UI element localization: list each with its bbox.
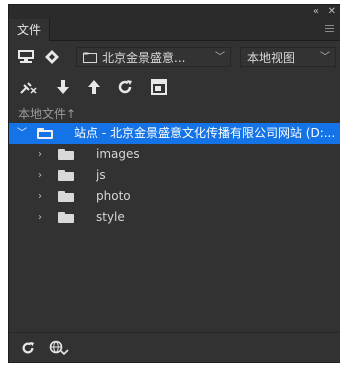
collapse-icon[interactable]: «	[313, 5, 319, 19]
globe-icon[interactable]	[49, 340, 69, 356]
action-toolbar	[9, 75, 340, 99]
close-icon[interactable]: ✕	[328, 5, 336, 19]
refresh-icon[interactable]	[117, 79, 133, 95]
site-toolbar: 北京金景盛意... ﹀ 本地视图 ﹀	[9, 45, 340, 71]
sort-ascending-icon: ↑	[66, 107, 77, 121]
folder-icon	[83, 52, 97, 63]
tree-item-style[interactable]: › style	[9, 207, 340, 228]
chevron-down-icon[interactable]: ﹀	[17, 123, 27, 144]
tree-item-label: style	[96, 210, 125, 224]
refresh-icon[interactable]	[21, 341, 35, 355]
tab-files[interactable]: 文件	[9, 19, 51, 41]
tree-item-photo[interactable]: › photo	[9, 186, 340, 207]
file-tree: ﹀ 站点 - 北京金景盛意文化传播有限公司网站 (D:... › images …	[9, 123, 340, 228]
panel-title-strip: « ✕	[9, 5, 340, 19]
chevron-down-icon: ﹀	[215, 52, 225, 63]
tree-item-images[interactable]: › images	[9, 144, 340, 165]
folder-icon	[58, 170, 74, 181]
tree-item-label: images	[96, 147, 140, 161]
files-panel: « ✕ 文件 北京金景盛意... ﹀ 本地视图 ﹀ 本地文件↑ ﹀ 站点 - 北…	[8, 4, 340, 363]
site-select[interactable]: 北京金景盛意... ﹀	[76, 47, 231, 67]
folder-icon	[58, 191, 74, 202]
connect-icon[interactable]	[18, 49, 34, 65]
chevron-right-icon[interactable]: ›	[38, 186, 42, 207]
view-select[interactable]: 本地视图 ﹀	[240, 47, 336, 67]
chevron-right-icon[interactable]: ›	[38, 165, 42, 186]
sync-icon[interactable]	[44, 49, 60, 65]
tree-item-label: photo	[96, 189, 131, 203]
tab-bar: 文件	[9, 19, 340, 41]
up-arrow-icon[interactable]	[87, 79, 101, 95]
folder-icon	[58, 212, 74, 223]
tree-item-js[interactable]: › js	[9, 165, 340, 186]
down-arrow-icon[interactable]	[56, 79, 70, 95]
bottom-toolbar	[9, 332, 340, 362]
site-select-value: 北京金景盛意...	[102, 51, 186, 65]
folder-open-icon	[37, 128, 53, 139]
disconnect-icon[interactable]	[19, 79, 37, 95]
chevron-down-icon: ﹀	[320, 52, 330, 63]
folder-icon	[58, 149, 74, 160]
panel-menu-icon[interactable]	[325, 25, 334, 33]
tree-root-label: 站点 - 北京金景盛意文化传播有限公司网站 (D:...	[74, 126, 336, 140]
expand-icon[interactable]	[151, 79, 167, 95]
tree-root-row[interactable]: ﹀ 站点 - 北京金景盛意文化传播有限公司网站 (D:...	[9, 123, 340, 144]
chevron-right-icon[interactable]: ›	[38, 144, 42, 165]
chevron-right-icon[interactable]: ›	[38, 207, 42, 228]
local-files-header[interactable]: 本地文件↑	[18, 105, 76, 122]
view-select-value: 本地视图	[247, 51, 296, 65]
tree-item-label: js	[96, 168, 106, 182]
frame: « ✕ 文件 北京金景盛意... ﹀ 本地视图 ﹀ 本地文件↑ ﹀ 站点 - 北…	[0, 0, 340, 367]
local-files-title: 本地文件	[18, 107, 67, 121]
